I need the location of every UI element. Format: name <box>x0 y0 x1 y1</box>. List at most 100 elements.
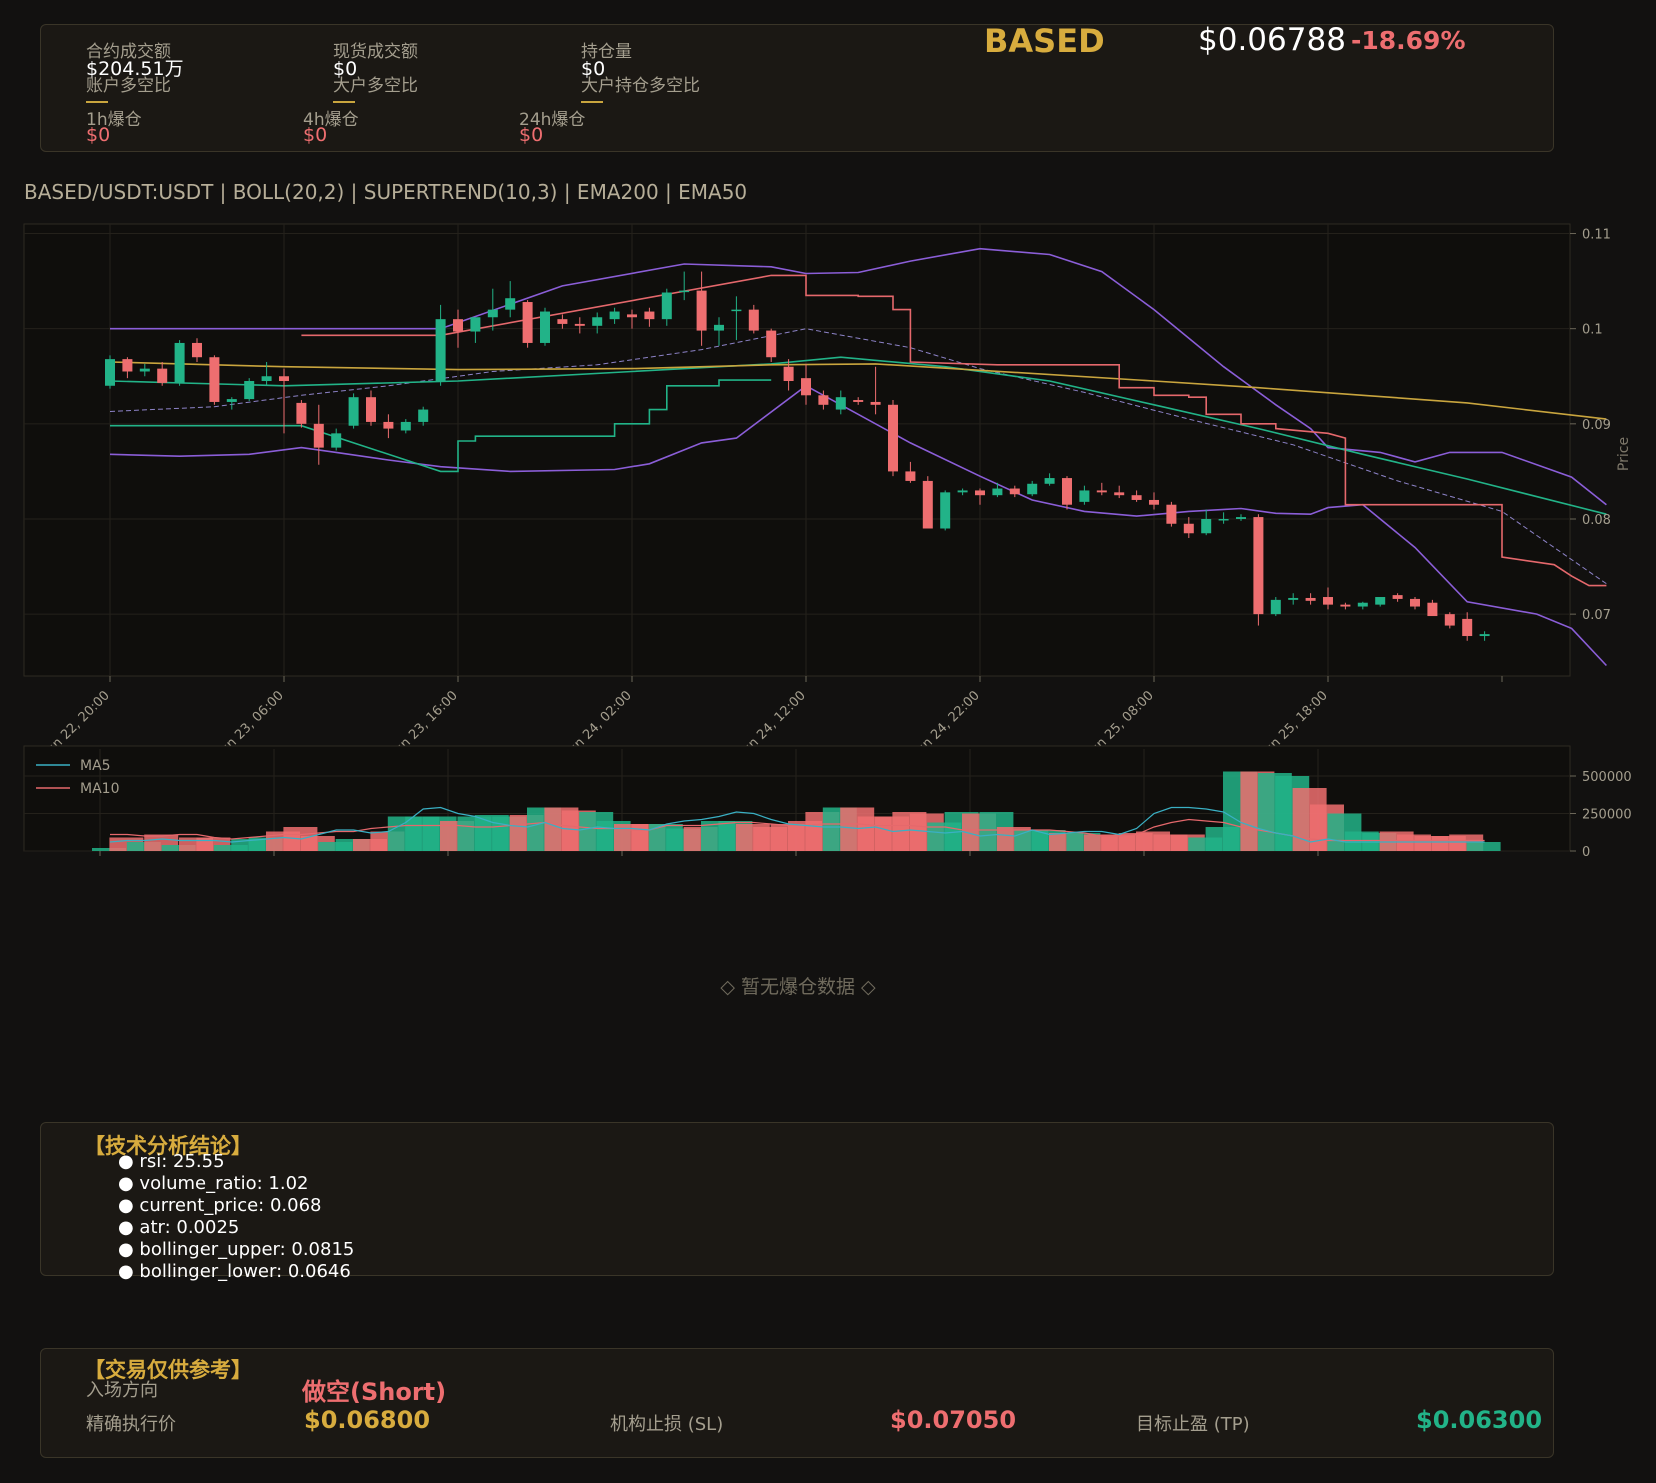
candle-body <box>766 330 777 358</box>
candle-body <box>1427 602 1438 617</box>
candle-body <box>1079 490 1090 502</box>
top-trader-ls-ratio-label: 大户多空比 <box>333 76 418 96</box>
candle-body <box>1166 504 1177 524</box>
candle-body <box>714 324 724 331</box>
candle-body <box>348 397 359 426</box>
candle-body <box>1392 595 1403 599</box>
candle-body <box>1149 499 1159 505</box>
candle-body <box>853 400 864 402</box>
candle-body <box>1444 614 1455 626</box>
candle-body <box>296 402 307 424</box>
candle-body <box>557 319 568 324</box>
candle-body <box>1375 597 1386 605</box>
candle-body <box>801 378 811 396</box>
candle-body <box>174 342 185 383</box>
candle-body <box>609 311 620 320</box>
candle-body <box>157 368 168 383</box>
top-position-ls-ratio-label: 大户持仓多空比 <box>581 76 700 96</box>
no-liquidation-placeholder: ◇ 暂无爆仓数据 ◇ <box>720 976 876 998</box>
candle-body <box>1288 597 1299 600</box>
price-ytick-label: 0.07 <box>1582 608 1611 623</box>
candle-body <box>366 397 376 422</box>
legend-ma5-label: MA5 <box>80 758 111 774</box>
candle-body <box>487 309 498 318</box>
candle-body <box>1183 523 1194 534</box>
current-price: $0.06788 <box>1198 22 1346 58</box>
price-ytick-label: 0.09 <box>1582 418 1611 433</box>
candle-body <box>418 409 429 422</box>
take-profit-value: $0.06300 <box>1416 1406 1543 1434</box>
candle-body <box>1201 518 1212 534</box>
candle-body <box>522 302 533 343</box>
entry-price-value: $0.06800 <box>304 1406 431 1434</box>
liq-4h-value: $0 <box>303 124 328 146</box>
coin-symbol: BASED <box>984 22 1105 60</box>
candle-body <box>105 359 115 386</box>
analysis-item: ● bollinger_upper: 0.0815 <box>118 1239 355 1260</box>
chart-title: BASED/USDT:USDT | BOLL(20,2) | SUPERTREN… <box>24 180 748 204</box>
candle-body <box>192 342 202 358</box>
candle-body <box>1062 478 1072 505</box>
entry-price-label: 精确执行价 <box>86 1414 176 1435</box>
volume-bar <box>1466 842 1501 851</box>
candle-body <box>1270 599 1281 615</box>
price-ytick-label: 0.1 <box>1582 323 1603 338</box>
analysis-item: ● rsi: 25.55 <box>118 1151 225 1172</box>
candle-body <box>731 309 742 312</box>
take-profit-label: 目标止盈 (TP) <box>1136 1414 1250 1435</box>
candle-body <box>905 471 916 481</box>
candle-body <box>540 311 550 343</box>
volume-chart: 0 250000 500000 MA5 MA10 <box>23 745 1632 860</box>
candle-body <box>331 433 342 448</box>
top-position-ls-ratio-value <box>581 101 603 103</box>
candle-body <box>679 290 690 293</box>
candle-body <box>1009 488 1020 495</box>
volume-ytick-label: 0 <box>1582 845 1590 860</box>
stop-loss-value: $0.07050 <box>890 1406 1017 1434</box>
candle-body <box>922 480 933 529</box>
candle-body <box>1218 518 1229 521</box>
direction-label: 入场方向 <box>86 1380 158 1401</box>
candle-body <box>453 319 463 332</box>
candle-body <box>627 314 637 318</box>
price-ytick-label: 0.11 <box>1582 228 1611 243</box>
candle-body <box>1027 483 1038 495</box>
candle-body <box>400 421 411 431</box>
candle-body <box>383 421 394 429</box>
price-axis-label: Price <box>1616 437 1632 471</box>
candle-body <box>1044 478 1055 484</box>
liq-24h-value: $0 <box>519 124 544 146</box>
candle-body <box>1114 492 1125 496</box>
candle-body <box>574 323 585 326</box>
candle-body <box>1462 618 1473 637</box>
candle-body <box>226 399 237 402</box>
direction-value: 做空(Short) <box>302 1378 447 1406</box>
liq-1h-value: $0 <box>86 124 111 146</box>
trade-panel <box>40 1348 1554 1458</box>
top-trader-ls-ratio-value <box>333 101 355 103</box>
candle-body <box>1410 598 1420 607</box>
candle-body <box>592 317 603 326</box>
candle-body <box>139 368 150 372</box>
candle-body <box>975 490 985 496</box>
analysis-item: ● current_price: 0.068 <box>118 1195 322 1216</box>
candle-body <box>122 359 133 372</box>
candle-body <box>1340 604 1351 607</box>
candle-body <box>279 376 289 382</box>
candle-body <box>1096 490 1107 493</box>
candle-body <box>1357 602 1368 607</box>
price-change: -18.69% <box>1351 26 1466 55</box>
candle-body <box>1305 597 1316 601</box>
candle-body <box>435 319 446 382</box>
candle-body <box>313 423 324 448</box>
candle-body <box>783 366 794 382</box>
legend-ma10-label: MA10 <box>80 781 119 797</box>
candle-body <box>505 298 516 310</box>
candle-body <box>644 311 655 320</box>
candle-body <box>661 292 672 320</box>
candle-body <box>1236 517 1246 519</box>
candle-body <box>870 401 881 405</box>
account-ls-ratio-label: 账户多空比 <box>86 76 171 96</box>
analysis-item: ● volume_ratio: 1.02 <box>118 1173 309 1194</box>
candle-body <box>1479 634 1490 637</box>
